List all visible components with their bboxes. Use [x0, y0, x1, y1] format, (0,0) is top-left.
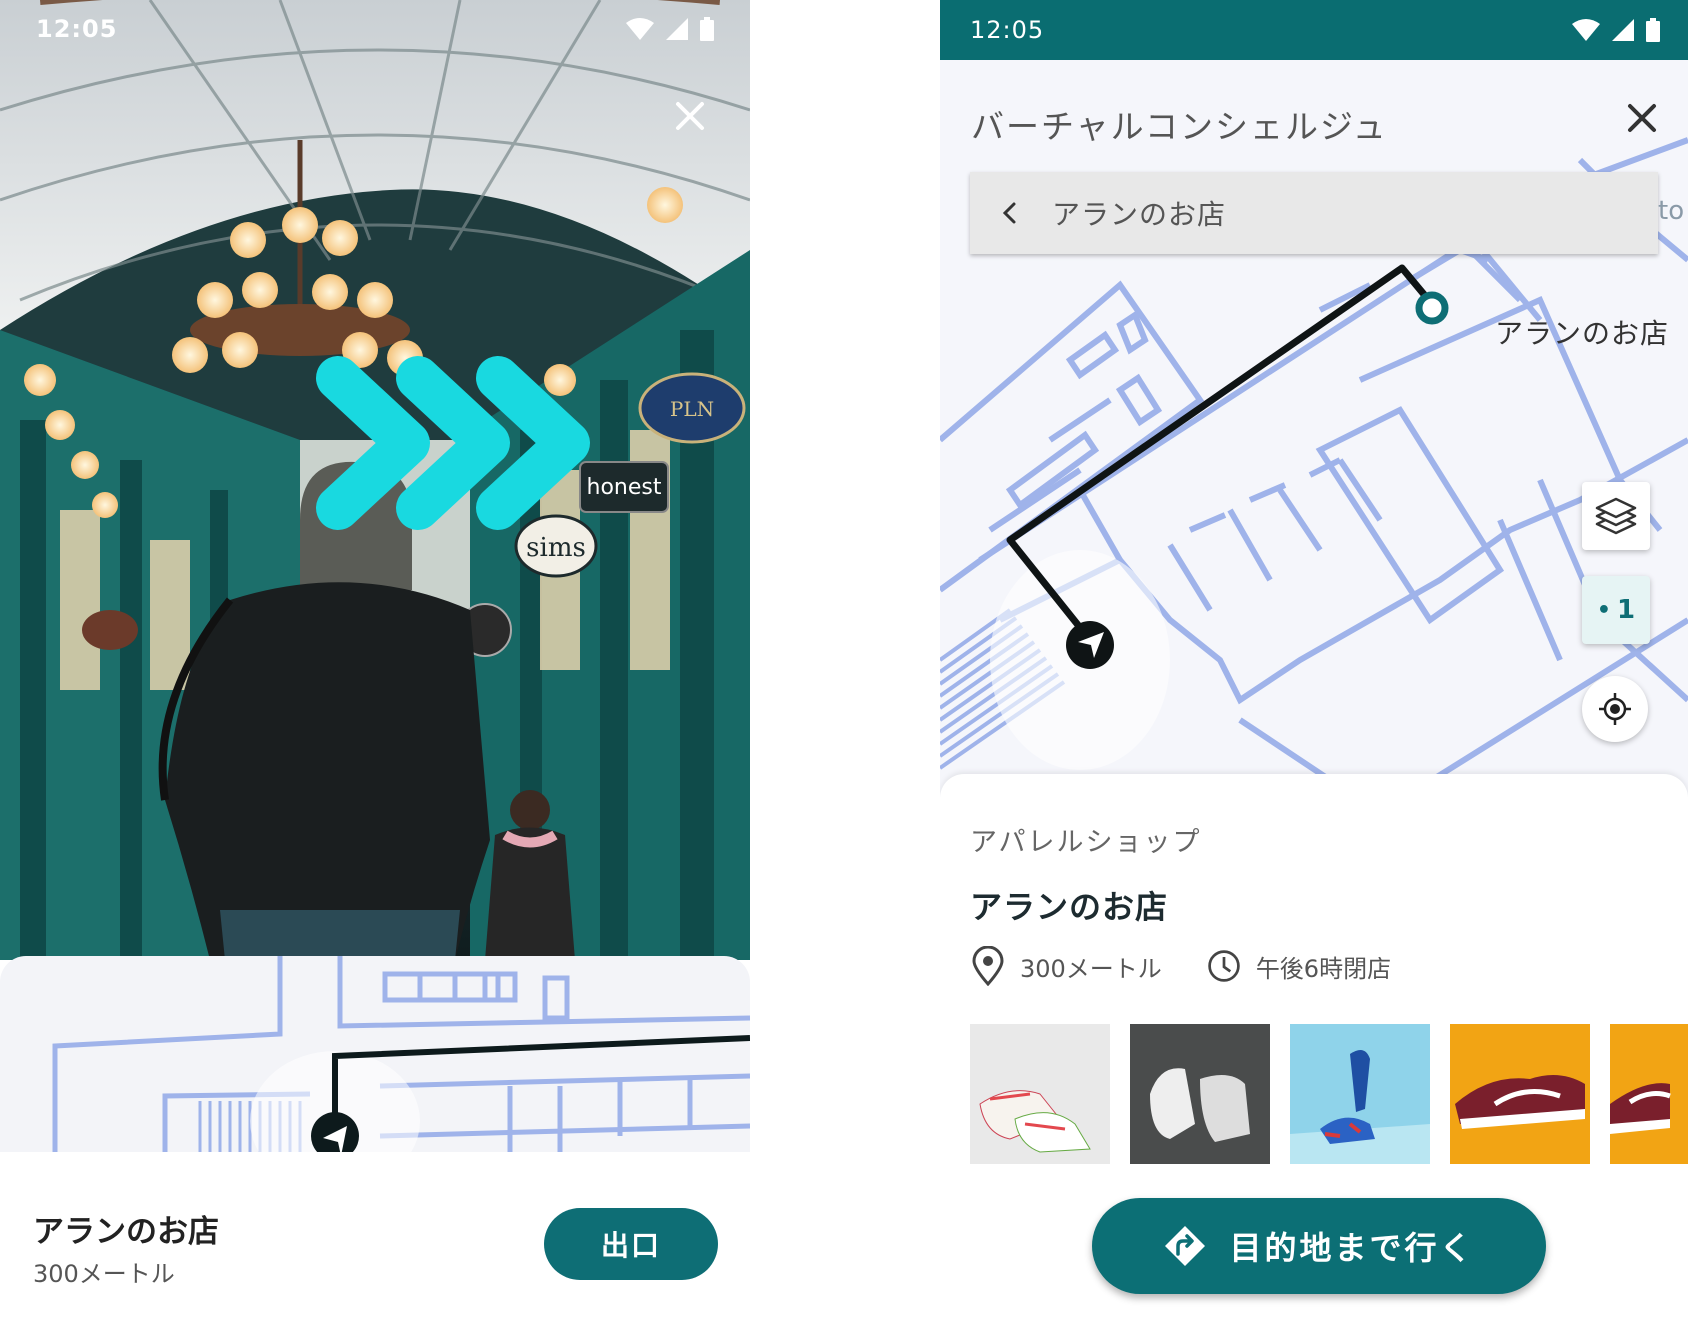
battery-icon: [700, 17, 714, 41]
status-time: 12:05: [36, 15, 118, 43]
layers-icon: [1595, 497, 1637, 535]
place-category: アパレルショップ: [970, 827, 1202, 858]
close-icon[interactable]: [670, 96, 710, 136]
photo-gallery[interactable]: [970, 1024, 1688, 1164]
page-title: バーチャルコンシェルジュ: [971, 107, 1388, 146]
place-name: アランのお店: [970, 888, 1169, 926]
wifi-icon: [626, 18, 654, 40]
search-bar[interactable]: アランのお店: [970, 172, 1658, 254]
concierge-map-screen: 12:05 バーチャルコンシェルジュ アランのお店 to アランのお店 •1: [940, 0, 1688, 1334]
place-meta: 300メートル 午後6時閉店: [970, 946, 1391, 986]
app-header: バーチャルコンシェルジュ: [940, 60, 1688, 170]
svg-text:PLN: PLN: [670, 397, 714, 421]
exit-button[interactable]: 出口: [544, 1208, 718, 1280]
mini-map[interactable]: [0, 956, 750, 1156]
chevron-left-icon[interactable]: [998, 201, 1022, 225]
status-bar: 12:05: [940, 0, 1688, 60]
photo-thumbnail[interactable]: [1290, 1024, 1430, 1164]
battery-icon: [1646, 18, 1660, 42]
directions-icon: [1165, 1226, 1206, 1266]
clock-icon: [1208, 950, 1240, 982]
place-hours: 午後6時閉店: [1255, 954, 1392, 983]
status-time: 12:05: [970, 16, 1045, 44]
close-icon[interactable]: [1622, 98, 1662, 138]
photo-thumbnail[interactable]: [970, 1024, 1110, 1164]
ar-navigation-screen: PLN honest sims 12:05 アランのお店 300メートル 出口: [0, 0, 750, 1334]
location-pin-icon: [972, 946, 1004, 986]
honest-sign: honest: [587, 475, 662, 500]
signal-icon: [666, 18, 688, 40]
place-distance: 300メートル: [1020, 954, 1162, 983]
sims-sign: sims: [526, 533, 586, 563]
destination-distance: 300メートル: [33, 1260, 175, 1288]
navigate-button-label: 目的地まで行く: [1229, 1229, 1475, 1267]
floor-number: 1: [1616, 595, 1636, 625]
place-details-card: アパレルショップ アランのお店 300メートル 午後6時閉店 目的地まで行く: [940, 774, 1688, 1334]
photo-thumbnail[interactable]: [1610, 1024, 1688, 1164]
photo-thumbnail[interactable]: [1450, 1024, 1590, 1164]
search-overflow-text: to: [1658, 196, 1685, 226]
navigate-button[interactable]: 目的地まで行く: [1092, 1198, 1546, 1294]
ar-camera-view: PLN honest sims 12:05: [0, 0, 750, 960]
photo-thumbnail[interactable]: [1130, 1024, 1270, 1164]
floor-selector-button[interactable]: • 1: [1582, 576, 1650, 644]
destination-marker-icon[interactable]: [1415, 291, 1449, 325]
signal-icon: [1612, 19, 1634, 41]
map-destination-label: アランのお店: [1495, 317, 1670, 350]
search-input[interactable]: アランのお店: [1052, 193, 1226, 233]
status-bar: 12:05: [0, 0, 750, 58]
wifi-icon: [1572, 19, 1600, 41]
my-location-button[interactable]: [1582, 676, 1648, 742]
destination-name: アランのお店: [33, 1214, 219, 1250]
layers-button[interactable]: [1582, 482, 1650, 550]
destination-sheet: アランのお店 300メートル 出口: [0, 1152, 750, 1334]
crosshair-icon: [1599, 693, 1631, 725]
indoor-map[interactable]: [940, 60, 1688, 800]
